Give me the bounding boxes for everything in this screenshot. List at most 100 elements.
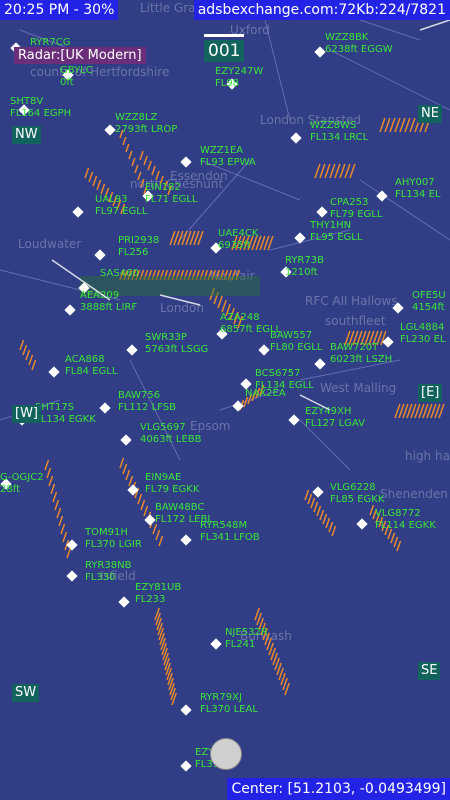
aircraft-callsign[interactable]: NAX2EA [245,388,286,399]
aircraft-callsign[interactable]: BAW557 [270,330,312,341]
aircraft-callsign[interactable]: NJE532R [225,627,268,638]
aircraft-callsign[interactable]: THY1HN [309,220,351,231]
aircraft-marker[interactable] [99,402,111,414]
runway-approach-mark [390,532,396,544]
aircraft-marker[interactable] [144,514,156,526]
aircraft-callsign[interactable]: WZZ8WS [310,120,356,131]
aircraft-callsign[interactable]: AZA248 [220,312,260,323]
runway-approach-mark [276,662,282,676]
aircraft-callsign[interactable]: VLG8772 [375,508,421,519]
runway-approach-mark [131,157,136,167]
aircraft-callsign[interactable]: UAE4CK [218,228,259,239]
runway-approach-mark [66,547,72,559]
aircraft-marker[interactable] [66,570,78,582]
aircraft-marker[interactable] [126,344,138,356]
range-indicator[interactable]: 001 [204,40,245,62]
aircraft-marker[interactable] [64,304,76,316]
aircraft-callsign[interactable]: OFE5U [412,290,446,301]
runway-approach-mark [143,155,148,166]
aircraft-marker[interactable] [72,206,84,218]
aircraft-marker[interactable] [258,344,270,356]
aircraft-callsign[interactable]: RYR79XJ [200,692,242,703]
runway-approach-mark [52,491,58,503]
runway-approach-mark [140,499,146,511]
aircraft-callsign[interactable]: ACA868 [65,354,105,365]
aircraft-callsign[interactable]: SAS460 [100,268,139,279]
radar-map[interactable]: Little GransdenUxfordcounty of Hertfords… [0,0,450,800]
aircraft-callsign[interactable]: WZZ1EA [200,145,243,156]
aircraft-callsign[interactable]: GBYLC [60,65,93,76]
aircraft-callsign[interactable]: RYR73B [285,255,324,266]
runway-approach-mark [125,469,131,481]
runway-approach-mark [58,515,64,527]
aircraft-marker[interactable] [120,434,132,446]
aircraft-marker[interactable] [288,414,300,426]
runway-approach-mark [25,349,31,361]
aircraft-callsign[interactable]: EZY49XH [305,406,351,417]
aircraft-callsign[interactable]: RYR38NB [85,560,132,571]
track-line [419,19,450,31]
aircraft-callsign[interactable]: BCS6757 [255,368,300,379]
aircraft-callsign[interactable]: EZY247W [215,66,263,77]
aircraft-marker[interactable] [94,249,106,261]
aircraft-altitude-dest: FL79 EGLL [330,209,383,220]
aircraft-marker[interactable] [210,638,222,650]
runway-approach-mark [272,652,278,666]
aircraft-altitude-dest: FL134 EGKK [35,414,96,425]
aircraft-marker[interactable] [180,156,192,168]
aircraft-callsign[interactable]: SHT8V [10,96,43,107]
runway-approach-mark [396,540,402,552]
runway-approach-mark [217,295,223,309]
runway-approach-mark [88,171,94,183]
runway-approach-mark [304,489,310,501]
aircraft-callsign[interactable]: SWR33P [145,332,187,343]
aircraft-altitude-dest: FL112 LFSB [118,402,176,413]
aircraft-callsign[interactable]: RYR548M [200,520,247,531]
aircraft-marker[interactable] [314,46,326,58]
aircraft-marker[interactable] [314,358,326,370]
aircraft-callsign[interactable]: AEA209 [80,290,119,301]
aircraft-marker[interactable] [180,760,192,772]
runway-approach-mark [46,467,52,479]
aircraft-callsign[interactable]: BAW756 [118,390,160,401]
zoom-control-button[interactable] [210,738,242,770]
aircraft-callsign[interactable]: VLG6228 [330,482,376,493]
aircraft-callsign[interactable]: PRI2938 [118,235,159,246]
runway-approach-mark [96,179,102,191]
airway-line [359,19,421,41]
aircraft-callsign[interactable]: WZZ8BK [325,32,369,43]
map-place-label: Loudwater [18,237,81,251]
aircraft-marker[interactable] [290,132,302,144]
aircraft-callsign[interactable]: VLG5697 [140,422,186,433]
runway-approach-mark [339,163,346,179]
aircraft-marker[interactable] [180,534,192,546]
aircraft-marker[interactable] [118,596,130,608]
aircraft-marker[interactable] [180,704,192,716]
aircraft-callsign[interactable]: G-OGJC2 [0,472,44,483]
aircraft-altitude-dest: FL230 EL [400,334,446,345]
aircraft-callsign[interactable]: BAW720T [330,342,379,353]
radar-mode-label[interactable]: Radar:[UK Modern] [14,47,146,64]
aircraft-callsign[interactable]: TOM91H [84,527,128,538]
aircraft-marker[interactable] [316,206,328,218]
aircraft-callsign[interactable]: UAL93 [95,194,127,205]
aircraft-callsign[interactable]: CPA253 [330,197,368,208]
aircraft-callsign[interactable]: EZY81UB [135,582,181,593]
aircraft-marker[interactable] [48,366,60,378]
aircraft-callsign[interactable]: LGL4884 [400,322,444,333]
aircraft-marker[interactable] [232,400,244,412]
aircraft-marker[interactable] [312,486,324,498]
compass-e: [E] [418,384,443,402]
runway-approach-mark [60,523,66,535]
aircraft-callsign[interactable]: AHY007 [395,177,435,188]
aircraft-callsign[interactable]: EIN9AE [145,472,181,483]
aircraft-altitude-dest: FL95 EGLL [310,232,363,243]
runway-approach-mark [349,163,356,179]
aircraft-callsign[interactable]: EIN182 [145,182,181,193]
aircraft-callsign[interactable]: BAW48BC [155,502,204,513]
aircraft-callsign[interactable]: WZZ8LZ [115,112,158,123]
aircraft-marker[interactable] [356,518,368,530]
radar-view[interactable]: Little Gransden Uxford county of Hertfords… [0,0,450,800]
aircraft-altitude-dest: FL134 LRCL [310,132,369,143]
aircraft-marker[interactable] [104,124,116,136]
